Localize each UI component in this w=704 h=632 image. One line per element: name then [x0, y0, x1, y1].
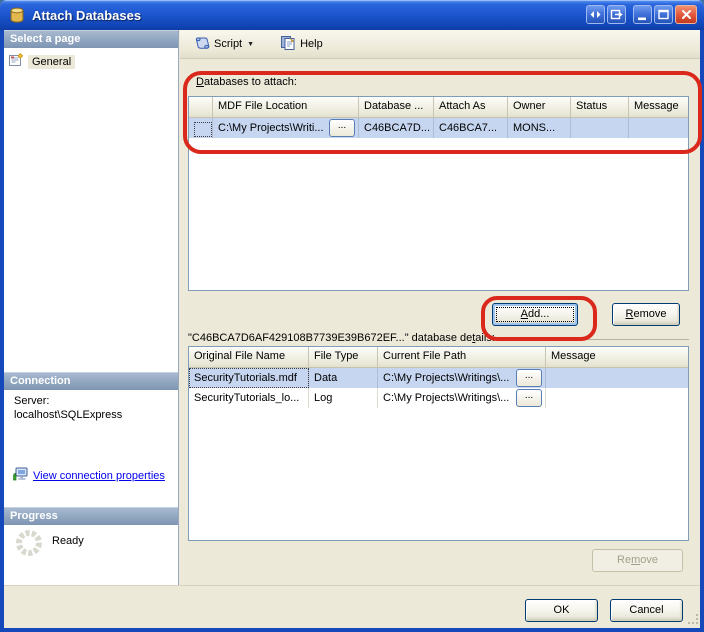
cell-file-type: Log [309, 388, 378, 408]
cell-message [546, 368, 688, 388]
left-right-arrows-icon [588, 7, 603, 22]
cell-current-file-path: C:\My Projects\Writings\... ... [378, 388, 546, 408]
view-connection-properties-row: View connection properties [12, 466, 165, 485]
table-row[interactable]: SecurityTutorials.mdf Data C:\My Project… [189, 368, 688, 388]
browse-button[interactable]: ... [516, 389, 542, 407]
window-title: Attach Databases [32, 8, 141, 23]
progress-status: Ready [52, 535, 84, 561]
details-group-rule [500, 339, 689, 340]
close-button[interactable] [675, 5, 697, 24]
cell-message [629, 118, 688, 138]
connection-header: Connection [4, 372, 178, 390]
sidebar-item-general-label: General [28, 55, 75, 69]
titlebar-buttons [584, 5, 697, 24]
progress-spinner-icon [14, 528, 44, 561]
script-button-label: Script [214, 38, 242, 50]
column-header-original-file-name[interactable]: Original File Name [189, 347, 309, 367]
cell-file-type: Data [309, 368, 378, 388]
window-out-arrow-icon [609, 7, 624, 22]
resize-grip[interactable] [688, 614, 700, 629]
column-header-message[interactable]: Message [546, 347, 688, 367]
databases-to-attach-grid: MDF File Location Database ... Attach As… [188, 96, 689, 291]
database-cylinder-icon [8, 6, 26, 24]
sidebar: Select a page General Connection Server:… [4, 30, 179, 585]
left-right-arrows-button[interactable] [586, 5, 605, 24]
window-border-right [700, 30, 704, 628]
main-panel: Script ▼ Help Databases to attach: [180, 30, 700, 585]
progress-row: Ready [14, 528, 84, 561]
cell-original-file-name: SecurityTutorials_lo... [189, 388, 309, 408]
help-button[interactable]: Help [274, 32, 329, 57]
progress-header: Progress [4, 507, 178, 525]
minimize-icon [635, 7, 650, 22]
database-details-label: "C46BCA7D6AF429108B7739E39B672EF..." dat… [188, 332, 689, 344]
cell-status [571, 118, 629, 138]
help-button-label: Help [300, 38, 323, 50]
column-header-owner[interactable]: Owner [508, 97, 571, 117]
column-header-message[interactable]: Message [629, 97, 688, 117]
column-header-database[interactable]: Database ... [359, 97, 434, 117]
column-header-mdf-file-location[interactable]: MDF File Location [213, 97, 359, 117]
general-page-icon [8, 52, 24, 71]
grid2-header-row: Original File Name File Type Current Fil… [189, 347, 688, 368]
maximize-icon [656, 7, 671, 22]
script-button[interactable]: Script ▼ [188, 32, 260, 57]
cell-owner: MONS... [508, 118, 571, 138]
select-a-page-header: Select a page [4, 30, 178, 48]
window-border-bottom [0, 628, 704, 632]
cell-database: C46BCA7D... [359, 118, 434, 138]
cell-attach-as: C46BCA7... [434, 118, 508, 138]
connection-properties-icon [12, 466, 28, 485]
cancel-button[interactable]: Cancel [610, 599, 683, 622]
table-row[interactable]: SecurityTutorials_lo... Log C:\My Projec… [189, 388, 688, 408]
row-focus-marker [194, 122, 212, 137]
table-row[interactable]: C:\My Projects\Writi... ... C46BCA7D... … [189, 118, 688, 138]
grid1-header-row: MDF File Location Database ... Attach As… [189, 97, 688, 118]
attach-databases-dialog: Attach Databases [0, 0, 704, 632]
add-button[interactable]: Add... [492, 303, 578, 326]
sidebar-item-general[interactable]: General [8, 52, 75, 71]
close-icon [679, 7, 694, 22]
footer-separator [4, 585, 700, 586]
help-pages-icon [280, 35, 296, 54]
cell-original-file-name: SecurityTutorials.mdf [189, 368, 309, 388]
remove-details-button[interactable]: Remove [592, 549, 683, 572]
row-selector-cell[interactable] [189, 118, 213, 138]
databases-to-attach-label: Databases to attach: [196, 76, 297, 88]
browse-button[interactable]: ... [516, 369, 542, 387]
browse-button[interactable]: ... [329, 119, 355, 137]
minimize-button[interactable] [633, 5, 652, 24]
view-connection-properties-link[interactable]: View connection properties [33, 470, 165, 482]
column-header-attach-as[interactable]: Attach As [434, 97, 508, 117]
script-dropdown-arrow-icon[interactable]: ▼ [247, 41, 254, 48]
ok-button[interactable]: OK [525, 599, 598, 622]
remove-button[interactable]: Remove [612, 303, 680, 326]
cell-mdf-file-location: C:\My Projects\Writi... ... [213, 118, 359, 138]
connection-info: Server: localhost\SQLExpress [14, 394, 122, 422]
column-header-file-type[interactable]: File Type [309, 347, 378, 367]
column-header-status[interactable]: Status [571, 97, 629, 117]
move-window-button[interactable] [607, 5, 626, 24]
server-label: Server: [14, 394, 122, 408]
script-scroll-icon [194, 35, 210, 54]
cell-message [546, 388, 688, 408]
grid1-row-selector-header[interactable] [189, 97, 213, 117]
titlebar[interactable]: Attach Databases [0, 0, 704, 30]
database-details-grid: Original File Name File Type Current Fil… [188, 346, 689, 541]
cell-current-file-path: C:\My Projects\Writings\... ... [378, 368, 546, 388]
toolbar: Script ▼ Help [180, 30, 700, 59]
maximize-button[interactable] [654, 5, 673, 24]
column-header-current-file-path[interactable]: Current File Path [378, 347, 546, 367]
server-value: localhost\SQLExpress [14, 408, 122, 422]
